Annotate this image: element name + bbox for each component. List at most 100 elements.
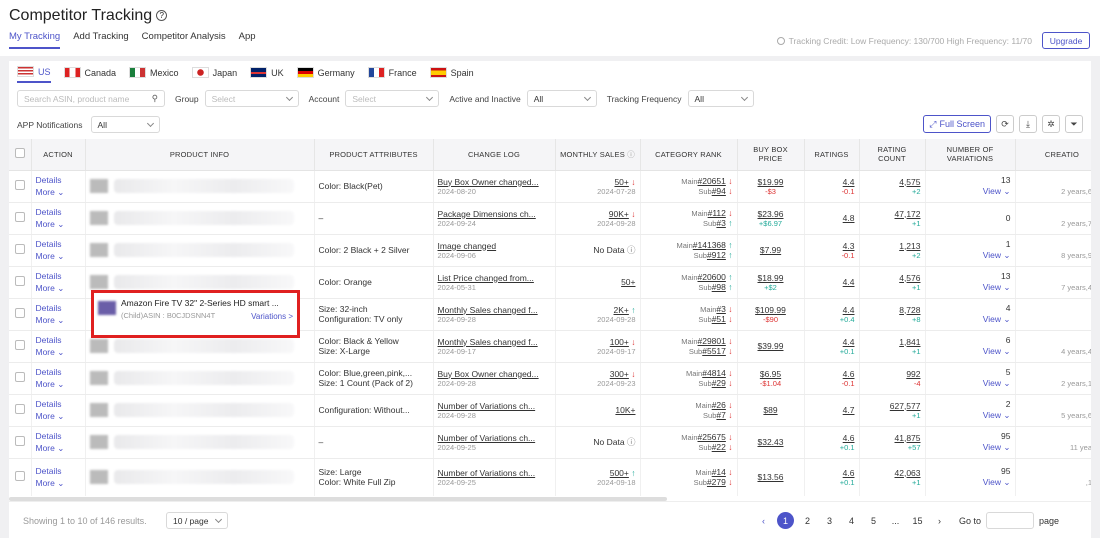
change-log-link[interactable]: Image changed: [438, 241, 551, 251]
more-menu[interactable]: More ⌄: [36, 477, 81, 489]
market-france[interactable]: France: [367, 66, 417, 83]
frequency-select[interactable]: All: [687, 90, 754, 107]
details-link[interactable]: Details: [36, 174, 81, 186]
app-notifications-select[interactable]: All: [90, 116, 160, 133]
view-variations-link[interactable]: View ⌄: [930, 476, 1011, 488]
price-value[interactable]: $89: [742, 405, 800, 415]
more-menu[interactable]: More ⌄: [36, 218, 81, 230]
sub-rank[interactable]: #279: [707, 477, 726, 487]
row-checkbox[interactable]: [14, 436, 25, 446]
product-thumbnail[interactable]: [89, 243, 108, 257]
price-value[interactable]: $7.99: [742, 245, 800, 255]
change-log-link[interactable]: Number of Variations ch...: [438, 433, 551, 443]
main-rank[interactable]: #112: [708, 208, 726, 218]
rating-count-value[interactable]: 8,728: [864, 305, 920, 315]
view-variations-link[interactable]: View ⌄: [930, 409, 1011, 421]
rating-value[interactable]: 4.6: [809, 468, 855, 478]
more-menu[interactable]: More ⌄: [36, 282, 81, 294]
sub-rank[interactable]: #94: [712, 186, 726, 196]
price-value[interactable]: $109.99: [742, 305, 800, 315]
sub-rank[interactable]: #912: [707, 250, 726, 260]
upgrade-button[interactable]: Upgrade: [1042, 32, 1090, 49]
info-icon[interactable]: ⓘ: [627, 245, 636, 255]
full-screen-button[interactable]: ⤢ Full Screen: [923, 115, 991, 133]
price-value[interactable]: $13.56: [742, 472, 800, 482]
next-page-button[interactable]: ›: [931, 512, 948, 529]
row-checkbox[interactable]: [14, 180, 25, 190]
sub-rank[interactable]: #51: [712, 314, 726, 324]
price-value[interactable]: $19.99: [742, 177, 800, 187]
view-variations-link[interactable]: View ⌄: [930, 281, 1011, 293]
change-log-link[interactable]: Monthly Sales changed f...: [438, 305, 551, 315]
more-menu[interactable]: More ⌄: [36, 250, 81, 262]
view-variations-link[interactable]: View ⌄: [930, 345, 1011, 357]
more-menu[interactable]: More ⌄: [36, 314, 81, 326]
sub-rank[interactable]: #98: [712, 282, 726, 292]
more-menu[interactable]: More ⌄: [36, 186, 81, 198]
row-checkbox[interactable]: [14, 244, 25, 254]
page-15[interactable]: 15: [909, 512, 926, 529]
col-buy-box-price[interactable]: BUY BOX PRICE: [737, 139, 805, 171]
tab-add-tracking[interactable]: Add Tracking: [73, 31, 128, 49]
main-rank[interactable]: #141368: [693, 240, 726, 250]
page-5[interactable]: 5: [865, 512, 882, 529]
active-select[interactable]: All: [526, 90, 597, 107]
variations-link[interactable]: Variations >: [251, 311, 293, 323]
col-rating-count[interactable]: RATING COUNT: [859, 139, 926, 171]
product-thumbnail[interactable]: [89, 211, 108, 225]
product-thumbnail[interactable]: [89, 371, 108, 385]
col-category-rank[interactable]: CATEGORY RANK: [640, 139, 738, 171]
rating-value[interactable]: 4.6: [809, 433, 855, 443]
download-button[interactable]: ⤓: [1019, 115, 1037, 133]
change-log-link[interactable]: Buy Box Owner changed...: [438, 369, 551, 379]
col-monthly-sales[interactable]: MONTHLY SALES ⓘ: [555, 139, 641, 171]
page-3[interactable]: 3: [821, 512, 838, 529]
search-icon[interactable]: ⚲: [152, 93, 158, 104]
market-spain[interactable]: Spain: [429, 66, 474, 83]
product-thumbnail[interactable]: [89, 435, 108, 449]
market-uk[interactable]: UK: [250, 66, 284, 83]
product-title[interactable]: Amazon Fire TV 32" 2-Series HD smart ...: [121, 298, 293, 308]
rating-value[interactable]: 4.4: [809, 337, 855, 347]
market-germany[interactable]: Germany: [296, 66, 355, 83]
page-4[interactable]: 4: [843, 512, 860, 529]
details-link[interactable]: Details: [36, 270, 81, 282]
rating-count-value[interactable]: 47,172: [864, 209, 921, 219]
row-checkbox[interactable]: [14, 276, 25, 286]
sub-rank[interactable]: #7: [716, 410, 725, 420]
market-japan[interactable]: Japan: [191, 66, 237, 83]
product-thumbnail[interactable]: [89, 470, 108, 484]
product-thumbnail[interactable]: [98, 301, 116, 315]
sub-rank[interactable]: #22: [712, 442, 726, 452]
page-size-select[interactable]: 10 / page: [166, 512, 228, 529]
rating-value[interactable]: 4.4: [809, 177, 855, 187]
product-thumbnail[interactable]: [89, 339, 108, 353]
sales-value[interactable]: 100+: [610, 337, 629, 347]
col-creation[interactable]: CREATIO: [1015, 139, 1091, 171]
sales-value[interactable]: 90K+: [609, 209, 629, 219]
market-us[interactable]: US: [17, 66, 51, 83]
sub-rank[interactable]: #5517: [702, 346, 726, 356]
rating-value[interactable]: 4.4: [809, 277, 855, 287]
filter-button[interactable]: ⏷: [1065, 115, 1083, 133]
search-input[interactable]: Search ASIN, product name ⚲: [17, 90, 165, 107]
page-1[interactable]: 1: [776, 512, 794, 529]
details-link[interactable]: Details: [36, 302, 81, 314]
rating-value[interactable]: 4.7: [809, 405, 855, 415]
refresh-button[interactable]: ⟳: [996, 115, 1014, 133]
view-variations-link[interactable]: View ⌄: [930, 313, 1011, 325]
main-rank[interactable]: #20600: [698, 272, 726, 282]
tab-competitor-analysis[interactable]: Competitor Analysis: [142, 31, 226, 49]
main-rank[interactable]: #25675: [698, 432, 726, 442]
product-thumbnail[interactable]: [89, 275, 108, 289]
market-mexico[interactable]: Mexico: [129, 66, 179, 83]
details-link[interactable]: Details: [36, 465, 81, 477]
rating-count-value[interactable]: 42,063: [864, 468, 921, 478]
rating-count-value[interactable]: 992: [864, 369, 920, 379]
row-checkbox[interactable]: [14, 308, 25, 318]
more-menu[interactable]: More ⌄: [36, 442, 81, 454]
details-link[interactable]: Details: [36, 398, 81, 410]
rating-count-value[interactable]: 627,577: [864, 401, 921, 411]
row-checkbox[interactable]: [14, 372, 25, 382]
view-variations-link[interactable]: View ⌄: [930, 249, 1011, 261]
